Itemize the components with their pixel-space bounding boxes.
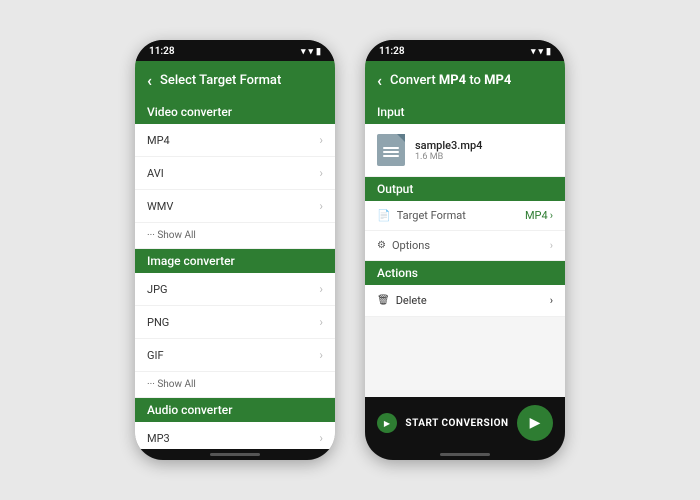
delete-label: Delete: [396, 294, 427, 307]
right-phone: 11:28 ▾ ▾ ▮ ‹ Convert MP4 to MP4 Input: [365, 40, 565, 460]
chevron-icon: ›: [319, 282, 323, 296]
right-home-indicator: [365, 449, 565, 460]
chevron-icon: ›: [550, 209, 553, 222]
list-item-mp3[interactable]: MP3 ›: [135, 422, 335, 449]
right-app-bar: ‹ Convert MP4 to MP4: [365, 61, 565, 100]
options-label: Options: [392, 239, 430, 252]
battery-icon: ▮: [546, 47, 551, 57]
left-app-bar: ‹ Select Target Format: [135, 61, 335, 100]
delete-row[interactable]: 🗑 Delete ›: [365, 285, 565, 317]
chevron-icon: ›: [319, 133, 323, 147]
title-prefix: Convert: [390, 73, 439, 88]
file-icon-lines: [383, 147, 399, 157]
title-bold2: MP4: [484, 73, 511, 88]
left-status-icons: ▾ ▾ ▮: [301, 47, 321, 57]
options-row[interactable]: ⚙ Options ›: [365, 231, 565, 261]
trash-icon: 🗑: [377, 295, 390, 306]
target-format-left: 📄 Target Format: [377, 209, 466, 222]
left-content: Video converter MP4 › AVI › WMV › ··· Sh…: [135, 100, 335, 449]
filename: sample3.mp4: [415, 139, 482, 152]
wmv-label: WMV: [147, 200, 173, 213]
file-icon-line: [383, 151, 399, 153]
file-icon-corner: [397, 134, 405, 142]
list-item-avi[interactable]: AVI ›: [135, 157, 335, 190]
file-info: sample3.mp4 1.6 MB: [415, 139, 482, 162]
right-content: Input sample3.mp4: [365, 100, 565, 397]
left-time: 11:28: [149, 46, 175, 57]
left-title: Select Target Format: [160, 73, 281, 88]
right-status-icons: ▾ ▾ ▮: [531, 47, 551, 57]
left-status-bar: 11:28 ▾ ▾ ▮: [135, 40, 335, 61]
signal-icon: ▾: [539, 47, 544, 57]
delete-left: 🗑 Delete: [377, 294, 427, 307]
chevron-icon: ›: [550, 294, 553, 307]
chevron-icon: ›: [550, 239, 553, 252]
right-title: Convert MP4 to MP4: [390, 73, 511, 88]
filesize: 1.6 MB: [415, 152, 482, 162]
signal-icon: ▾: [309, 47, 314, 57]
audio-section-header: Audio converter: [135, 398, 335, 422]
title-bold1: MP4: [439, 73, 466, 88]
home-bar: [210, 453, 260, 456]
input-section-header: Input: [365, 100, 565, 124]
file-icon-line: [383, 147, 399, 149]
list-item-jpg[interactable]: JPG ›: [135, 273, 335, 306]
options-left: ⚙ Options: [377, 239, 430, 252]
bottom-bar: ▶ START CONVERSION ▶: [365, 397, 565, 449]
left-home-indicator: [135, 449, 335, 460]
gif-label: GIF: [147, 349, 164, 362]
chevron-icon: ›: [319, 315, 323, 329]
image-show-all[interactable]: ··· Show All: [135, 372, 335, 398]
left-screen: ‹ Select Target Format Video converter M…: [135, 61, 335, 460]
right-screen: ‹ Convert MP4 to MP4 Input: [365, 61, 565, 460]
video-section-header: Video converter: [135, 100, 335, 124]
png-label: PNG: [147, 316, 169, 329]
play-button-small[interactable]: ▶: [377, 413, 397, 433]
gear-icon: ⚙: [377, 240, 386, 251]
wifi-icon: ▾: [301, 47, 306, 57]
file-icon-body: [377, 134, 405, 166]
home-bar: [440, 453, 490, 456]
chevron-icon: ›: [319, 431, 323, 445]
target-format-value: MP4 ›: [525, 209, 553, 222]
file-icon-line: [383, 155, 399, 157]
target-format-row[interactable]: 📄 Target Format MP4 ›: [365, 201, 565, 231]
play-button-large[interactable]: ▶: [517, 405, 553, 441]
right-back-button[interactable]: ‹: [377, 71, 382, 90]
mp3-label: MP3: [147, 432, 170, 445]
wifi-icon: ▾: [531, 47, 536, 57]
chevron-icon: ›: [319, 166, 323, 180]
phones-container: 11:28 ▾ ▾ ▮ ‹ Select Target Format Video…: [115, 20, 585, 480]
options-right: ›: [550, 239, 553, 252]
start-conversion-label[interactable]: START CONVERSION: [405, 418, 508, 429]
chevron-icon: ›: [319, 348, 323, 362]
left-phone: 11:28 ▾ ▾ ▮ ‹ Select Target Format Video…: [135, 40, 335, 460]
actions-section-header: Actions: [365, 261, 565, 285]
file-icon: [377, 134, 405, 166]
list-item-wmv[interactable]: WMV ›: [135, 190, 335, 223]
jpg-label: JPG: [147, 283, 168, 296]
chevron-icon: ›: [319, 199, 323, 213]
image-section-header: Image converter: [135, 249, 335, 273]
target-format-label: Target Format: [397, 209, 466, 222]
list-item-png[interactable]: PNG ›: [135, 306, 335, 339]
video-show-all[interactable]: ··· Show All: [135, 223, 335, 249]
right-status-bar: 11:28 ▾ ▾ ▮: [365, 40, 565, 61]
list-item-mp4[interactable]: MP4 ›: [135, 124, 335, 157]
avi-label: AVI: [147, 167, 164, 180]
input-file-row: sample3.mp4 1.6 MB: [365, 124, 565, 177]
left-back-button[interactable]: ‹: [147, 71, 152, 90]
mp4-label: MP4: [147, 134, 170, 147]
battery-icon: ▮: [316, 47, 321, 57]
right-time: 11:28: [379, 46, 405, 57]
output-section-header: Output: [365, 177, 565, 201]
title-mid: to: [466, 73, 484, 88]
mp4-value: MP4: [525, 209, 548, 222]
list-item-gif[interactable]: GIF ›: [135, 339, 335, 372]
file-small-icon: 📄: [377, 209, 391, 222]
